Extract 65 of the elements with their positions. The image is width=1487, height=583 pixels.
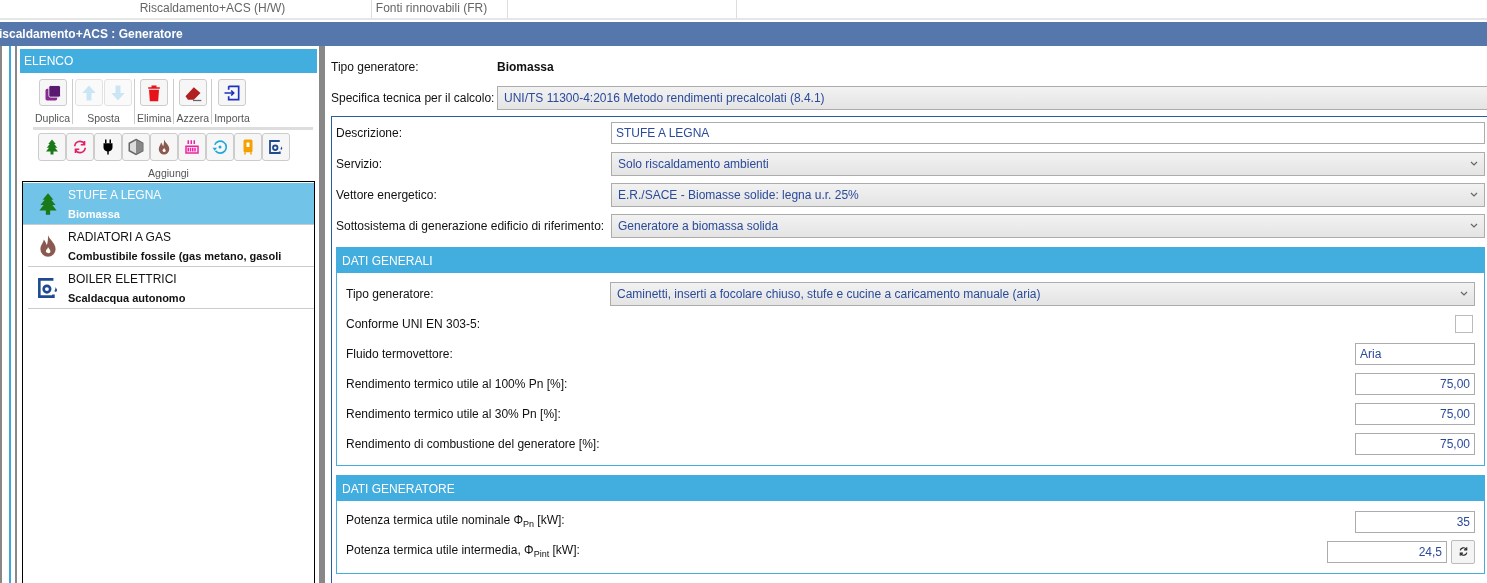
item-title: RADIATORI A GAS bbox=[68, 229, 172, 244]
rotate-arrow-icon bbox=[211, 138, 229, 156]
chevron-down-icon bbox=[1470, 223, 1478, 228]
add-button[interactable] bbox=[94, 133, 122, 161]
item-subtitle: Combustibile fossile (gas metano, gasoli bbox=[68, 249, 282, 262]
field-label: Potenza termica utile intermedia, Φ$_{Pint}$ [kW]: bbox=[346, 543, 581, 560]
toolbar-button[interactable] bbox=[217, 79, 246, 106]
group-label: Aggiungi bbox=[147, 167, 190, 179]
field-label: Tipo generatore: bbox=[346, 286, 435, 301]
field-label: Vettore energetico: bbox=[336, 187, 438, 202]
dropdown[interactable]: Generatore a biomassa solida bbox=[611, 213, 1485, 238]
refresh-button[interactable] bbox=[1451, 539, 1475, 564]
list-item[interactable]: BOILER ELETTRICI Scaldacqua autonomo bbox=[28, 267, 314, 309]
water-heater-icon bbox=[267, 138, 285, 156]
field-label: Conforme UNI EN 303-5: bbox=[346, 316, 482, 331]
item-subtitle: Biomassa bbox=[68, 207, 121, 220]
group-label: Duplica bbox=[35, 112, 71, 124]
number-field[interactable]: 24,5 bbox=[1327, 540, 1447, 563]
field-label: Descrizione: bbox=[336, 125, 404, 140]
add-button[interactable] bbox=[262, 133, 290, 161]
number-field[interactable]: 75,00 bbox=[1355, 402, 1475, 425]
field-label: Servizio: bbox=[336, 156, 383, 171]
section-title: DATI GENERATORE bbox=[342, 481, 455, 496]
chevron-down-icon bbox=[1470, 161, 1478, 166]
dropdown[interactable]: UNI/TS 11300-4:2016 Metodo rendimenti precalcolati (8.4.1) bbox=[497, 85, 1487, 110]
toolbar-button[interactable] bbox=[178, 79, 207, 106]
group-label: Elimina bbox=[137, 112, 172, 124]
stacked-squares-icon bbox=[42, 82, 63, 103]
dropdown[interactable]: Solo riscaldamento ambienti bbox=[611, 151, 1485, 176]
number-field[interactable]: 75,00 bbox=[1355, 372, 1475, 395]
cycle-arrows-icon bbox=[71, 138, 89, 156]
group-label: Azzera bbox=[176, 112, 210, 124]
dropdown[interactable]: E.R./SACE - Biomasse solide: legna u.r. 25% bbox=[611, 182, 1485, 207]
radiator-icon bbox=[183, 138, 201, 156]
dropdown[interactable]: Caminetti, inserti a focolare chiuso, stufe e cucine a caricamento manuale (aria) bbox=[610, 281, 1475, 306]
field-label: Potenza termica utile nominale Φ$_{Pn}$ [kW]: bbox=[346, 513, 566, 530]
panel-title: iscaldamento+ACS : Generatore bbox=[0, 27, 183, 41]
panel-title: ELENCO bbox=[24, 54, 74, 68]
field-value: Biomassa bbox=[497, 59, 554, 74]
field-label: Rendimento termico utile al 100% Pn [%]: bbox=[346, 376, 569, 391]
list-item[interactable]: RADIATORI A GAS Combustibile fossile (gas metano, gasoli bbox=[28, 225, 314, 267]
group-label: Importa bbox=[214, 112, 250, 124]
chevron-down-icon bbox=[1460, 291, 1468, 296]
item-subtitle: Scaldacqua autonomo bbox=[68, 291, 186, 304]
field-label: Sottosistema di generazione edificio di riferimento: bbox=[336, 218, 606, 233]
toolbar-button[interactable] bbox=[38, 79, 67, 106]
hexagon-icon bbox=[127, 138, 145, 156]
group-label: Sposta bbox=[87, 112, 120, 124]
text-field[interactable]: STUFE A LEGNA bbox=[611, 121, 1485, 144]
field-label: Specifica tecnica per il calcolo: bbox=[331, 90, 496, 105]
chevron-down-icon bbox=[1470, 192, 1478, 197]
number-field[interactable]: 35 bbox=[1355, 510, 1475, 533]
tab[interactable]: Riscaldamento+ACS (H/W) bbox=[70, 0, 372, 18]
text-field[interactable]: Aria bbox=[1355, 342, 1475, 365]
tab[interactable]: Fonti rinnovabili (FR) bbox=[372, 0, 508, 18]
field-label: Tipo generatore: bbox=[331, 59, 420, 74]
checkbox[interactable] bbox=[1455, 314, 1473, 333]
number-field[interactable]: 75,00 bbox=[1355, 432, 1475, 455]
tree-icon bbox=[43, 138, 61, 156]
section-title: DATI GENERALI bbox=[342, 253, 433, 268]
item-title: BOILER ELETTRICI bbox=[68, 271, 178, 286]
field-label: Rendimento termico utile al 30% Pn [%]: bbox=[346, 406, 562, 421]
field-label: Rendimento di combustione del generatore [%]: bbox=[346, 436, 601, 451]
field-label: Fluido termovettore: bbox=[346, 346, 454, 361]
item-title: STUFE A LEGNA bbox=[68, 187, 162, 202]
